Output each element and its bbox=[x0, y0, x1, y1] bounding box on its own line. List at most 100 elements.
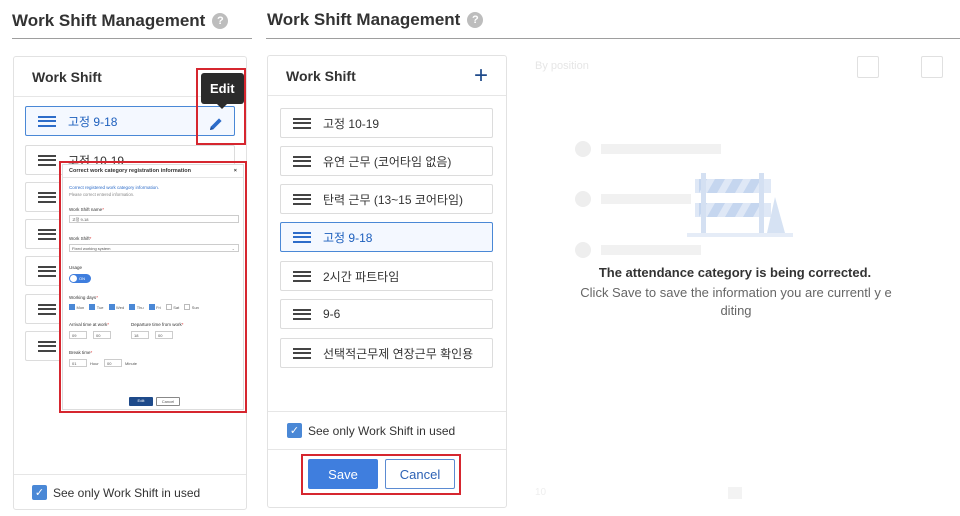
work-shift-select[interactable]: Fixed working system ⌄ bbox=[69, 244, 239, 252]
right-page-title-text: Work Shift Management bbox=[267, 10, 461, 29]
working-days-group: Mon Tue Wed Thu Fri Sat Sun bbox=[69, 304, 199, 310]
checkbox-checked-icon[interactable] bbox=[129, 304, 136, 310]
left-list-item[interactable] bbox=[25, 331, 61, 361]
ghost-row bbox=[575, 242, 701, 258]
work-shift-item-label: 탄력 근무 (13~15 코어타임) bbox=[323, 192, 464, 207]
drag-handle-icon[interactable] bbox=[293, 270, 311, 282]
trash-icon[interactable] bbox=[890, 56, 912, 78]
day-checkbox[interactable]: Thu bbox=[129, 304, 144, 310]
work-shift-item-label: 선택적근무제 연장근무 확인용 bbox=[323, 346, 474, 361]
day-checkbox[interactable]: Tue bbox=[89, 304, 104, 310]
modal-subtitle: Correct registered work category informa… bbox=[69, 185, 160, 190]
break-hour-input[interactable]: 01 bbox=[69, 359, 87, 367]
drag-handle-icon[interactable] bbox=[293, 193, 311, 205]
mid-filter-row[interactable]: ✓ See only Work Shift in used bbox=[287, 423, 455, 438]
arrival-minute-input[interactable]: 00 bbox=[93, 331, 111, 339]
drag-handle-icon[interactable] bbox=[38, 228, 56, 240]
modal-usage-label: Usage bbox=[69, 265, 83, 270]
work-shift-item[interactable]: 탄력 근무 (13~15 코어타임) bbox=[280, 184, 493, 214]
day-checkbox[interactable]: Wed bbox=[108, 304, 124, 310]
day-checkbox[interactable]: Sun bbox=[184, 304, 199, 310]
help-icon[interactable]: ? bbox=[212, 13, 229, 29]
modal-shift-label: Work Shift* bbox=[69, 236, 92, 241]
checkbox-checked-icon[interactable] bbox=[148, 304, 155, 310]
close-icon[interactable]: × bbox=[234, 168, 237, 174]
checkbox-checked-icon[interactable] bbox=[108, 304, 115, 310]
drag-handle-icon[interactable] bbox=[38, 340, 56, 352]
modal-cancel-button[interactable]: Cancel bbox=[156, 397, 180, 406]
left-list-item[interactable] bbox=[25, 294, 61, 324]
right-page-title: Work Shift Management ? bbox=[267, 10, 484, 30]
arrival-hour-input[interactable]: 09 bbox=[69, 331, 87, 339]
help-icon[interactable]: ? bbox=[467, 12, 484, 28]
modal-name-label: Work Shift name* bbox=[69, 207, 104, 212]
work-shift-name-input[interactable]: 고정 9-18 bbox=[69, 215, 239, 223]
left-list-item[interactable] bbox=[25, 219, 61, 249]
search-icon[interactable] bbox=[921, 56, 943, 78]
left-title-divider bbox=[12, 38, 252, 39]
usage-toggle[interactable]: ON bbox=[69, 274, 91, 283]
departure-hour-input[interactable]: 18 bbox=[131, 331, 149, 339]
work-shift-item[interactable]: 유연 근무 (코어타임 없음) bbox=[280, 146, 493, 176]
add-work-shift-icon[interactable]: + bbox=[474, 63, 488, 88]
position-filter[interactable]: By position bbox=[535, 60, 589, 72]
save-button[interactable]: Save bbox=[308, 459, 378, 489]
work-shift-item-label: 유연 근무 (코어타임 없음) bbox=[323, 154, 452, 169]
mid-filter-label: See only Work Shift in used bbox=[308, 423, 456, 438]
drag-handle-icon[interactable] bbox=[38, 303, 56, 315]
correction-status-title: The attendance category is being correct… bbox=[598, 265, 872, 280]
work-shift-item[interactable]: 2시간 파트타임 bbox=[280, 261, 493, 291]
departure-minute-input[interactable]: 00 bbox=[155, 331, 173, 339]
day-checkbox[interactable]: Mon bbox=[69, 304, 84, 310]
modal-arrival-label: Arrival time at work* bbox=[69, 322, 110, 327]
checkbox-checked-icon[interactable] bbox=[89, 304, 96, 310]
work-shift-item-label: 고정 9-18 bbox=[323, 230, 373, 245]
break-minute-input[interactable]: 00 bbox=[104, 359, 122, 367]
break-minute-unit: Minute bbox=[125, 361, 138, 366]
chevron-down-icon: ⌄ bbox=[231, 246, 235, 251]
checkbox-empty-icon[interactable] bbox=[184, 304, 191, 310]
work-shift-item-label: 고정 10-19 bbox=[323, 116, 380, 131]
modal-edit-button[interactable]: Edit bbox=[129, 397, 153, 406]
checkbox-checked-icon[interactable] bbox=[69, 304, 75, 310]
work-shift-item-selected[interactable]: 고정 9-18 bbox=[280, 222, 493, 252]
work-shift-item[interactable]: 고정 10-19 bbox=[280, 108, 493, 138]
checkbox-checked-icon[interactable]: ✓ bbox=[32, 485, 47, 500]
correction-status-body: Click Save to save the information you a… bbox=[580, 285, 892, 318]
left-filter-label: See only Work Shift in used bbox=[53, 485, 201, 500]
work-shift-item-label: 9-6 bbox=[323, 307, 341, 321]
modal-header: Correct work category registration infor… bbox=[63, 165, 243, 178]
day-checkbox[interactable]: Sat bbox=[165, 304, 179, 310]
ghost-pagination: 10 bbox=[535, 487, 935, 499]
drag-handle-icon[interactable] bbox=[293, 347, 311, 359]
drag-handle-icon[interactable] bbox=[293, 117, 311, 129]
modal-title: Correct work category registration infor… bbox=[69, 168, 191, 174]
left-page-title-text: Work Shift Management bbox=[12, 11, 206, 30]
day-checkbox[interactable]: Fri bbox=[148, 304, 161, 310]
ghost-row bbox=[575, 191, 691, 207]
drag-handle-icon[interactable] bbox=[38, 191, 56, 203]
drag-handle-icon[interactable] bbox=[38, 265, 56, 277]
mid-panel-header: Work Shift + bbox=[268, 56, 506, 96]
edit-work-shift-modal: Correct work category registration infor… bbox=[62, 164, 244, 410]
checkbox-checked-icon[interactable]: ✓ bbox=[287, 423, 302, 438]
cancel-button[interactable]: Cancel bbox=[385, 459, 455, 489]
modal-days-label: Working days* bbox=[69, 295, 98, 300]
left-panel-header-label: Work Shift bbox=[32, 68, 102, 85]
drag-handle-icon[interactable] bbox=[293, 155, 311, 167]
left-filter-row[interactable]: ✓ See only Work Shift in used bbox=[32, 485, 200, 500]
drag-handle-icon[interactable] bbox=[293, 308, 311, 320]
left-list-item[interactable] bbox=[25, 182, 61, 212]
modal-break-label: Break time* bbox=[69, 350, 93, 355]
ghost-row bbox=[575, 141, 721, 157]
drag-handle-icon[interactable] bbox=[38, 154, 56, 166]
user-icon[interactable] bbox=[857, 56, 879, 78]
drag-handle-icon[interactable] bbox=[293, 231, 311, 243]
work-shift-item[interactable]: 9-6 bbox=[280, 299, 493, 329]
left-list-item[interactable] bbox=[25, 256, 61, 286]
drag-handle-icon[interactable] bbox=[38, 115, 56, 127]
checkbox-empty-icon[interactable] bbox=[165, 304, 172, 310]
work-shift-item[interactable]: 선택적근무제 연장근무 확인용 bbox=[280, 338, 493, 368]
pencil-icon[interactable] bbox=[207, 115, 225, 138]
mid-panel-footer-divider bbox=[268, 449, 506, 450]
